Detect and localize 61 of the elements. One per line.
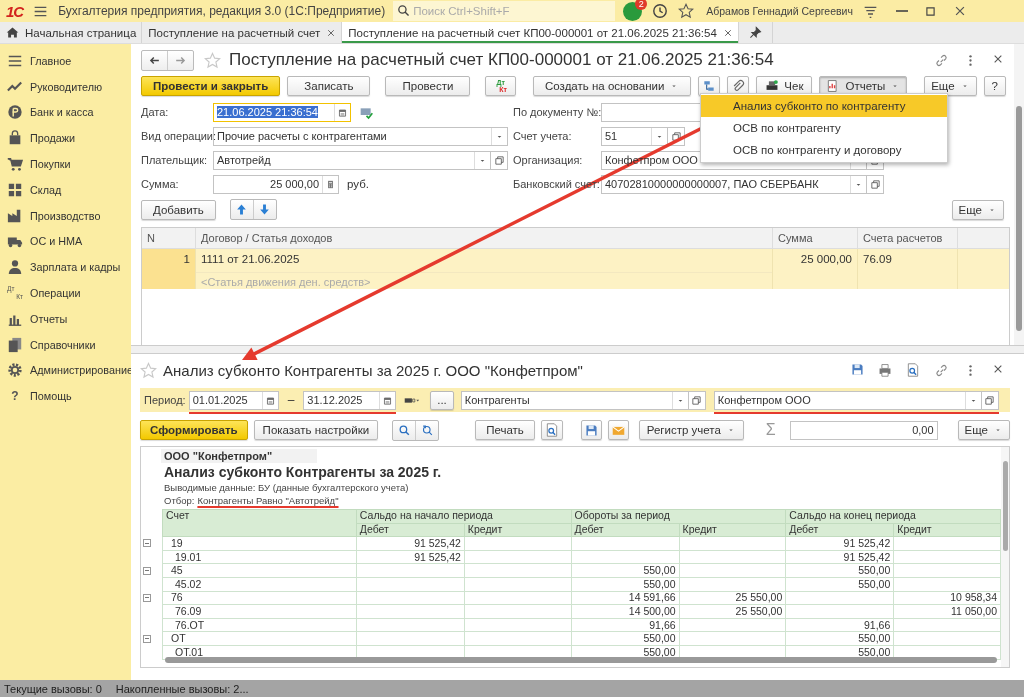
sum-sign: Σ <box>765 421 776 439</box>
amount-cell: 91 525,42 <box>843 550 891 563</box>
field-label: Плательщик: <box>141 154 209 166</box>
report-heading: Анализ субконто Контрагенты за 2025 г. <box>163 463 443 481</box>
amount-cell: 550,00 <box>858 564 891 577</box>
account-cell: 19 <box>162 536 357 551</box>
dash: – <box>287 393 295 407</box>
account-cell: ОТ <box>162 631 357 646</box>
column-group-header: Сальдо на начало периода <box>356 509 572 524</box>
window-title: Бухгалтерия предприятия, редакция 3.0 (1С:Предприятие) <box>58 4 387 18</box>
report-title: Анализ субконто Контрагенты за 2025 г. ООО "Конфетпром" <box>163 361 583 379</box>
period-label: Период: <box>144 394 186 406</box>
amount-cell: 550,00 <box>858 632 891 645</box>
account-cell: 76.09 <box>162 604 357 619</box>
column-header: Счет <box>162 509 357 537</box>
field-label: Вид операции: <box>141 130 213 142</box>
amount-cell: 91,66 <box>864 618 891 631</box>
amount-cell: 10 958,34 <box>950 591 997 604</box>
amount-cell: 14 591,66 <box>628 591 676 604</box>
document-title: Поступление на расчетный счет КП00-000001 от 21.06.2025 21:36:54 <box>229 50 774 70</box>
status-text: Текущие вызовы: 0 <box>4 682 102 695</box>
amount-cell: 25 000,00 <box>800 253 852 265</box>
field-label: Организация: <box>513 154 584 166</box>
amount-cell: 25 550,00 <box>735 604 783 617</box>
app-logo: 1С <box>6 2 24 20</box>
filter-label: Отбор: <box>164 495 195 506</box>
row-number: 1 <box>183 253 190 265</box>
amount-cell: 11 050,00 <box>951 604 997 617</box>
amount-cell: 550,00 <box>643 645 676 658</box>
contract-cell-text: 1111 от 21.06.2025 <box>201 253 301 265</box>
amount-cell: 91 525,42 <box>414 537 461 549</box>
account-cell: 19.01 <box>162 550 357 564</box>
report-organization: ООО "Конфетпром" <box>161 449 317 463</box>
account-cell: 76 <box>162 591 357 605</box>
account-cell: 45.02 <box>162 577 357 592</box>
currency-label: руб. <box>347 178 369 190</box>
field-label: Счет учета: <box>513 130 573 142</box>
status-text: Накопленные вызовы: 2... <box>115 682 249 695</box>
amount-cell: 550,00 <box>858 645 891 658</box>
column-group-header: Обороты за период <box>571 509 786 524</box>
report-output-note: Выводимые данные: БУ (данные бухгалтерского учета) <box>163 481 410 494</box>
help-icon: ? <box>7 389 23 404</box>
amount-cell: 550,00 <box>858 577 891 590</box>
amount-cell: 550,00 <box>643 577 676 590</box>
amount-cell: 91 525,42 <box>843 537 891 549</box>
field-label: Дата: <box>141 106 170 118</box>
account-cell: 76.ОТ <box>162 618 357 632</box>
accounts-cell: 76.09 <box>863 253 892 265</box>
amount-cell: 14 500,00 <box>628 604 676 617</box>
amount-cell: 550,00 <box>643 632 676 645</box>
amount-cell: 25 550,00 <box>735 591 783 604</box>
notification-badge: 2 <box>635 0 648 10</box>
article-placeholder: <Статья движения ден. средств> <box>196 272 772 288</box>
amount-cell: 91,66 <box>649 618 676 631</box>
field-label: По документу №: <box>513 106 601 118</box>
filter-text: Контрагенты Равно "Автотрейд" <box>197 495 339 506</box>
field-label: Сумма: <box>141 178 180 190</box>
amount-cell: 550,00 <box>643 564 676 577</box>
account-cell: 45 <box>162 563 357 578</box>
column-group-header: Сальдо на конец периода <box>785 509 1001 524</box>
amount-cell: 91 525,42 <box>414 550 461 563</box>
